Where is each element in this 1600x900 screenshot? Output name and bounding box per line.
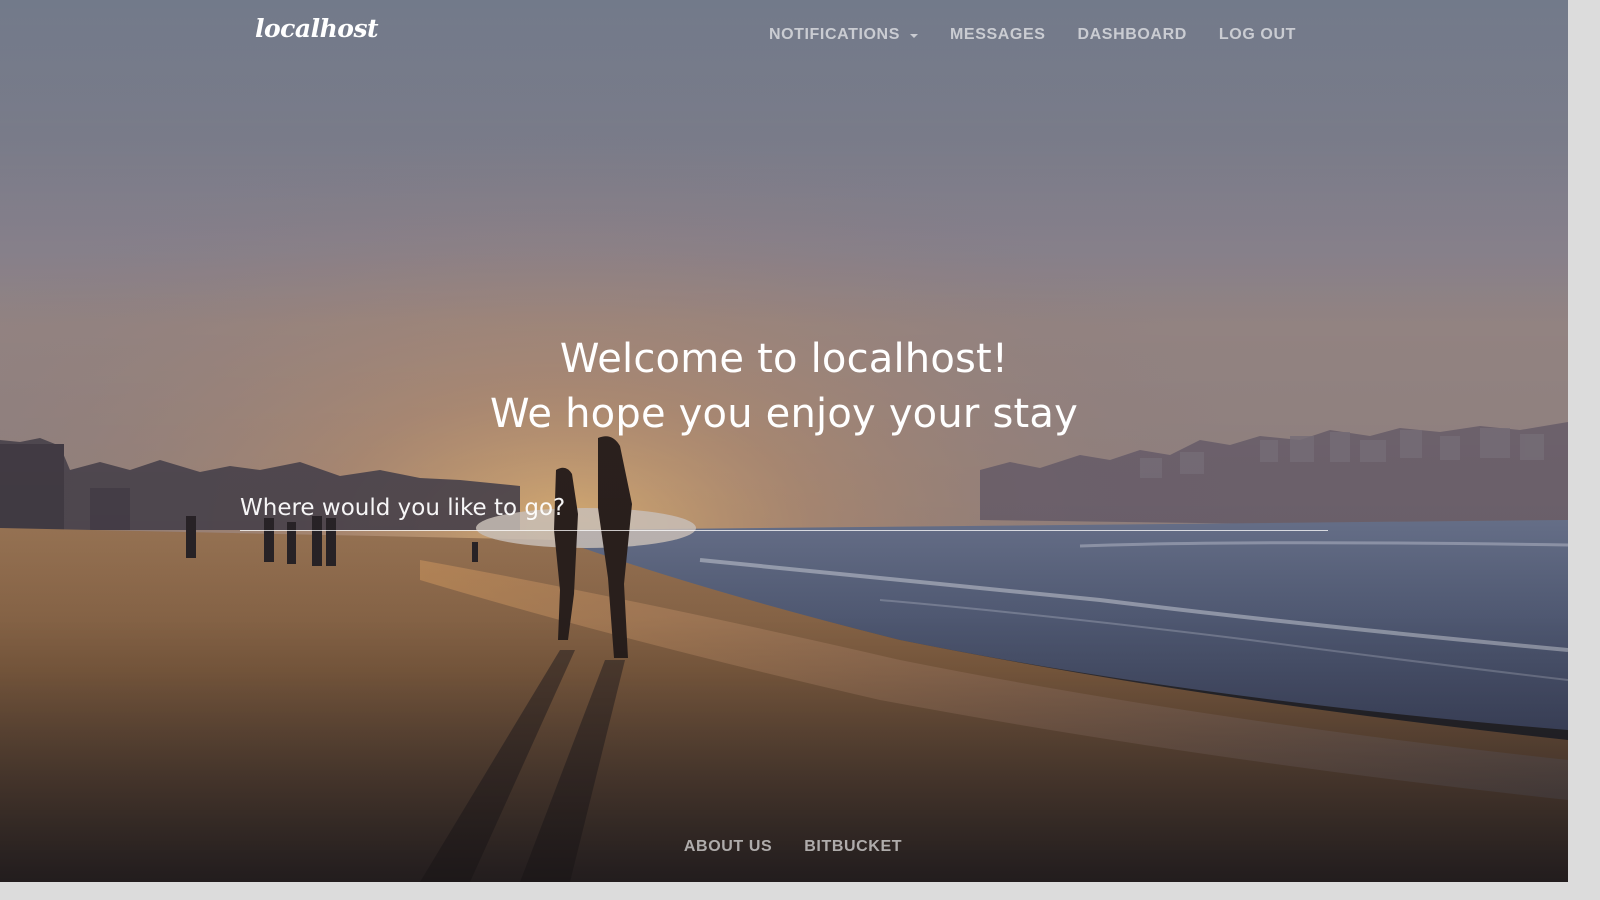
footer-about-us-link[interactable]: ABOUT US (684, 838, 772, 856)
nav-logout-link[interactable]: LOG OUT (1219, 26, 1296, 44)
hero-welcome-line: Welcome to localhost! (559, 336, 1009, 382)
nav-notifications-dropdown[interactable]: NOTIFICATIONS (769, 26, 918, 44)
brand-logo[interactable]: localhost (255, 14, 379, 43)
destination-search-input[interactable] (240, 486, 1328, 530)
nav-dashboard-link[interactable]: DASHBOARD (1078, 26, 1187, 44)
footer-links: ABOUT US BITBUCKET (0, 838, 1568, 856)
caret-down-icon (910, 34, 918, 38)
nav-messages-link[interactable]: MESSAGES (950, 26, 1046, 44)
viewport-edge-right (1568, 0, 1600, 900)
footer-bitbucket-link[interactable]: BITBUCKET (804, 838, 902, 856)
viewport-edge-bottom (0, 882, 1600, 900)
top-nav: NOTIFICATIONS MESSAGES DASHBOARD LOG OUT (769, 26, 1296, 44)
hero-subtitle-line: We hope you enjoy your stay (490, 391, 1078, 437)
landing-page: localhost NOTIFICATIONS MESSAGES DASHBOA… (0, 0, 1568, 882)
hero-heading: Welcome to localhost! We hope you enjoy … (0, 332, 1568, 442)
nav-notifications-label: NOTIFICATIONS (768, 26, 900, 43)
destination-search (240, 486, 1328, 531)
